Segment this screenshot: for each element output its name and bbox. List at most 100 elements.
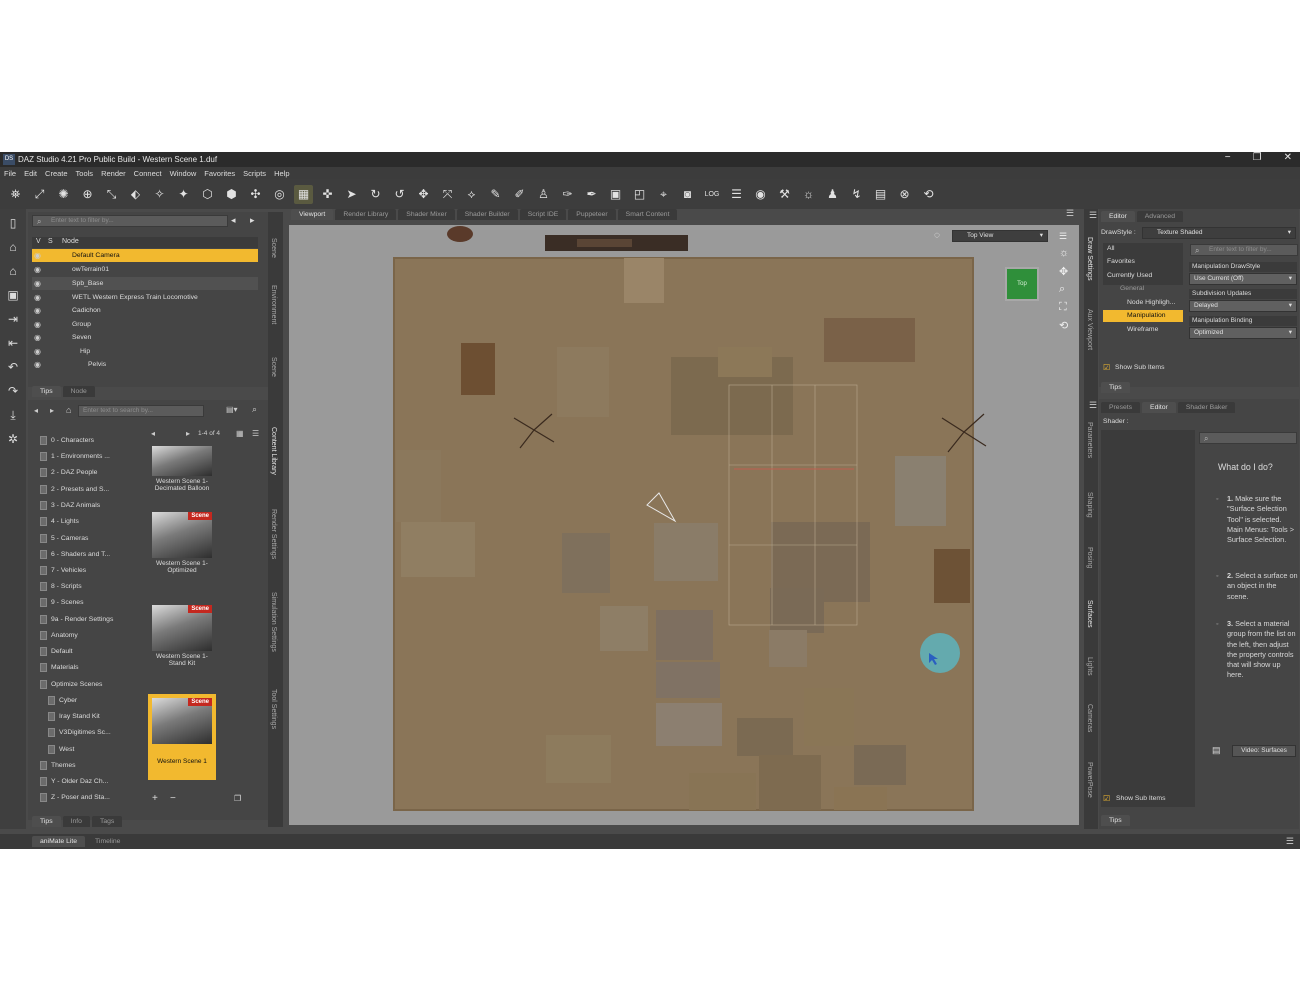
library-folder[interactable]: Cyber <box>46 693 142 707</box>
grid-icon[interactable]: ▤ <box>871 185 890 204</box>
minimize-button[interactable]: − <box>1225 152 1231 163</box>
vtab-simulation-settings[interactable]: Simulation Settings <box>270 592 277 652</box>
category-currently-used[interactable]: Currently Used <box>1107 272 1152 279</box>
video-surfaces-button[interactable]: Video: Surfaces <box>1232 745 1296 757</box>
vtab-shaping[interactable]: Shaping <box>1086 492 1093 518</box>
vtab-environment[interactable]: Environment <box>270 285 277 324</box>
menu-scripts[interactable]: Scripts <box>243 169 266 178</box>
maximize-button[interactable]: ❐ <box>1253 152 1262 163</box>
tab-shader-mixer[interactable]: Shader Mixer <box>398 209 455 220</box>
library-folder[interactable]: 9 - Scenes <box>38 595 134 609</box>
gear-icon[interactable]: ✲ <box>3 429 23 449</box>
library-folder[interactable]: 3 - DAZ Animals <box>38 498 134 512</box>
node-weight-icon[interactable]: ✺ <box>54 185 73 204</box>
surfaces-filter-input[interactable]: ⌕ <box>1199 432 1297 444</box>
pan-nav-icon[interactable]: ✥ <box>1059 265 1068 278</box>
tree-node-highlight[interactable]: Node Highligh... <box>1127 299 1175 306</box>
region-navigator-icon[interactable]: ◎ <box>270 185 289 204</box>
scene-node-row[interactable]: ◉ Hip <box>32 345 258 358</box>
list-icon[interactable]: ☰ <box>727 185 746 204</box>
morph-brush-icon[interactable]: ✣ <box>246 185 265 204</box>
pointer-select-icon[interactable]: ⌖ <box>654 185 673 204</box>
tab-tags[interactable]: Tags <box>91 816 123 827</box>
category-all[interactable]: All <box>1107 245 1115 252</box>
grid-view-icon[interactable]: ▦ <box>236 429 244 438</box>
iray-tool-icon[interactable]: ⚒ <box>775 185 794 204</box>
rotate-tool-icon[interactable]: ↻ <box>366 185 385 204</box>
edit-tool-icon[interactable]: ✒ <box>582 185 601 204</box>
translate-tool-icon[interactable]: ✥ <box>414 185 433 204</box>
menu-window[interactable]: Window <box>170 169 197 178</box>
library-folder[interactable]: 0 - Characters <box>38 433 134 447</box>
content-item[interactable]: Western Scene 1-Decimated Balloon <box>148 442 216 504</box>
library-folder[interactable]: Themes <box>38 758 134 772</box>
open-file-icon[interactable]: ⌂ <box>3 237 23 257</box>
camera-render-icon[interactable]: ◰ <box>630 185 649 204</box>
eye-icon[interactable]: ◉ <box>34 293 44 302</box>
joint-editor-icon[interactable]: ⤢ <box>30 185 49 204</box>
vtab-parameters[interactable]: Parameters <box>1086 422 1093 458</box>
surface-tool-icon[interactable]: ✧ <box>150 185 169 204</box>
scene-node-row[interactable]: ◉ owTerrain01 <box>32 263 258 276</box>
new-file-icon[interactable]: ▯ <box>3 213 23 233</box>
library-folder[interactable]: 2 - DAZ People <box>38 465 134 479</box>
library-folder[interactable]: 4 - Lights <box>38 514 134 528</box>
universal-tool-icon[interactable]: ✜ <box>318 185 337 204</box>
eye-icon[interactable]: ◉ <box>34 265 44 274</box>
zoom-nav-icon[interactable]: ⌕ <box>1059 283 1065 296</box>
library-folder[interactable]: 6 - Shaders and T... <box>38 547 134 561</box>
copy-icon[interactable]: ❐ <box>234 794 241 803</box>
ik-tool-icon[interactable]: ⤡ <box>102 185 121 204</box>
redo-icon[interactable]: ↷ <box>3 381 23 401</box>
library-folder[interactable]: 7 - Vehicles <box>38 563 134 577</box>
vtab-draw-settings[interactable]: Draw Settings <box>1086 237 1093 281</box>
bottom-menu-icon[interactable]: ☰ <box>1286 836 1294 847</box>
tab-editor[interactable]: Editor <box>1101 211 1135 222</box>
tab-presets[interactable]: Presets <box>1101 402 1141 413</box>
view-options-icon[interactable]: ▤▾ <box>226 405 238 414</box>
prop-value-select[interactable]: Optimized ▾ <box>1189 327 1297 339</box>
library-folder[interactable]: West <box>46 742 142 756</box>
menu-edit[interactable]: Edit <box>24 169 37 178</box>
undo-icon[interactable]: ↶ <box>3 357 23 377</box>
draw-settings-filter-input[interactable]: ⌕ Enter text to filter by... <box>1190 244 1298 256</box>
menu-render[interactable]: Render <box>101 169 126 178</box>
vtab-render-settings[interactable]: Render Settings <box>270 509 277 559</box>
tree-general[interactable]: General <box>1120 285 1144 292</box>
library-folder[interactable]: V3Digitimes Sc... <box>46 725 142 739</box>
page-forward-icon[interactable]: ▸ <box>186 429 190 438</box>
tab-timeline[interactable]: Timeline <box>87 836 129 847</box>
library-folder[interactable]: Optimize Scenes <box>38 677 134 691</box>
vtab-aux-viewport[interactable]: Aux Viewport <box>1086 309 1093 350</box>
home-icon[interactable]: ⌂ <box>66 405 71 415</box>
tab-tips[interactable]: Tips <box>1101 382 1130 393</box>
menu-file[interactable]: File <box>4 169 16 178</box>
library-folder[interactable]: Anatomy <box>38 628 134 642</box>
tab-puppeteer[interactable]: Puppeteer <box>568 209 616 220</box>
3d-viewport[interactable]: ◌ Top View ▾ ☰ Top ☼ ✥ ⌕ ⛶ ⟲ <box>289 225 1079 825</box>
vtab-lights[interactable]: Lights <box>1086 657 1093 676</box>
content-search-input[interactable]: Enter text to search by... <box>78 405 204 417</box>
eye-icon[interactable]: ◉ <box>34 347 44 356</box>
menu-create[interactable]: Create <box>45 169 68 178</box>
menu-tools[interactable]: Tools <box>76 169 94 178</box>
orbit-tool-icon[interactable]: ↺ <box>390 185 409 204</box>
reset-icon[interactable]: ⟲ <box>919 185 938 204</box>
camera-icon[interactable]: ◙ <box>678 185 697 204</box>
tab-node[interactable]: Node <box>62 386 95 397</box>
tab-smart-content[interactable]: Smart Content <box>617 209 678 220</box>
scene-node-row[interactable]: ◉ WETL Western Express Train Locomotive <box>32 291 258 304</box>
record-icon[interactable]: ◉ <box>751 185 770 204</box>
back-icon[interactable]: ◂ <box>34 406 38 415</box>
viewport-menu-icon[interactable]: ☰ <box>1066 208 1074 219</box>
pointer-tool-icon[interactable]: ➤ <box>342 185 361 204</box>
bone-tool-icon[interactable]: ⟡ <box>462 185 481 204</box>
geometry-selection-icon[interactable]: ⬡ <box>198 185 217 204</box>
library-folder[interactable]: 2 - Presets and S... <box>38 482 134 496</box>
library-folder[interactable]: 1 - Environments ... <box>38 449 134 463</box>
forward-icon[interactable]: ▸ <box>50 406 54 415</box>
vtab-cameras[interactable]: Cameras <box>1086 704 1093 732</box>
eye-icon[interactable]: ◉ <box>34 306 44 315</box>
scene-filter-input[interactable]: ⌕ Enter text to filter by... <box>32 215 228 227</box>
figure-tool-icon[interactable]: ♙ <box>534 185 553 204</box>
